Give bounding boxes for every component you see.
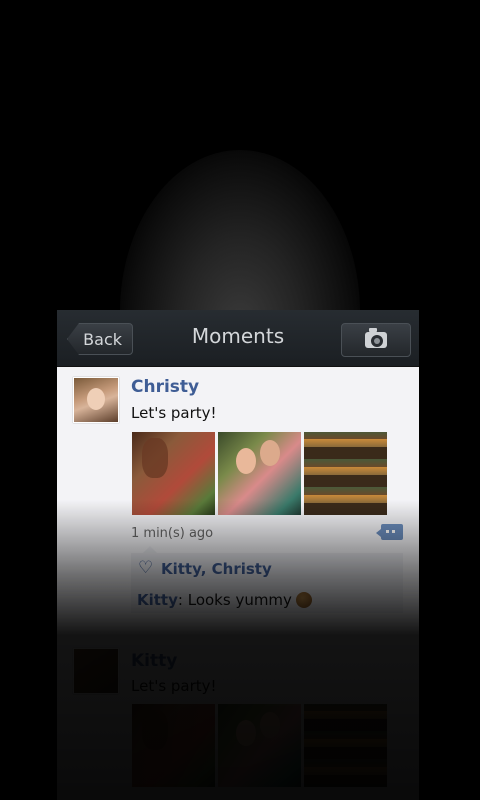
spotlight-background bbox=[120, 150, 360, 330]
photo-grid bbox=[132, 704, 387, 787]
photo-grid bbox=[132, 432, 387, 515]
heart-icon: ♡ bbox=[138, 558, 154, 578]
like-names[interactable]: Kitty, Christy bbox=[161, 560, 272, 578]
post-photo[interactable] bbox=[132, 432, 215, 515]
post-photo[interactable] bbox=[304, 704, 387, 787]
post-timestamp: 1 min(s) ago bbox=[131, 526, 214, 541]
comment-icon[interactable] bbox=[376, 524, 403, 540]
avatar[interactable] bbox=[73, 377, 119, 423]
avatar[interactable] bbox=[73, 648, 119, 694]
post-photo[interactable] bbox=[218, 432, 301, 515]
camera-button[interactable] bbox=[341, 323, 411, 357]
post-photo[interactable] bbox=[132, 704, 215, 787]
camera-icon bbox=[365, 328, 387, 348]
post-author[interactable]: Kitty bbox=[131, 651, 177, 671]
emoji-icon bbox=[295, 592, 312, 608]
comment-item[interactable]: Kitty: Looks yummy bbox=[137, 591, 312, 609]
post-photo[interactable] bbox=[218, 704, 301, 787]
comment-text: Looks yummy bbox=[182, 591, 292, 609]
post-text: Let's party! bbox=[131, 677, 217, 695]
post-text: Let's party! bbox=[131, 404, 217, 422]
top-bar: Back Moments bbox=[57, 310, 419, 367]
post-photo[interactable] bbox=[304, 432, 387, 515]
comment-user[interactable]: Kitty bbox=[137, 591, 178, 609]
post-author[interactable]: Christy bbox=[131, 377, 199, 397]
moments-panel: Back Moments Christy Let's party! 1 min(… bbox=[57, 310, 419, 800]
likes-comments-box: ♡ Kitty, Christy Kitty: Looks yummy bbox=[131, 546, 403, 613]
